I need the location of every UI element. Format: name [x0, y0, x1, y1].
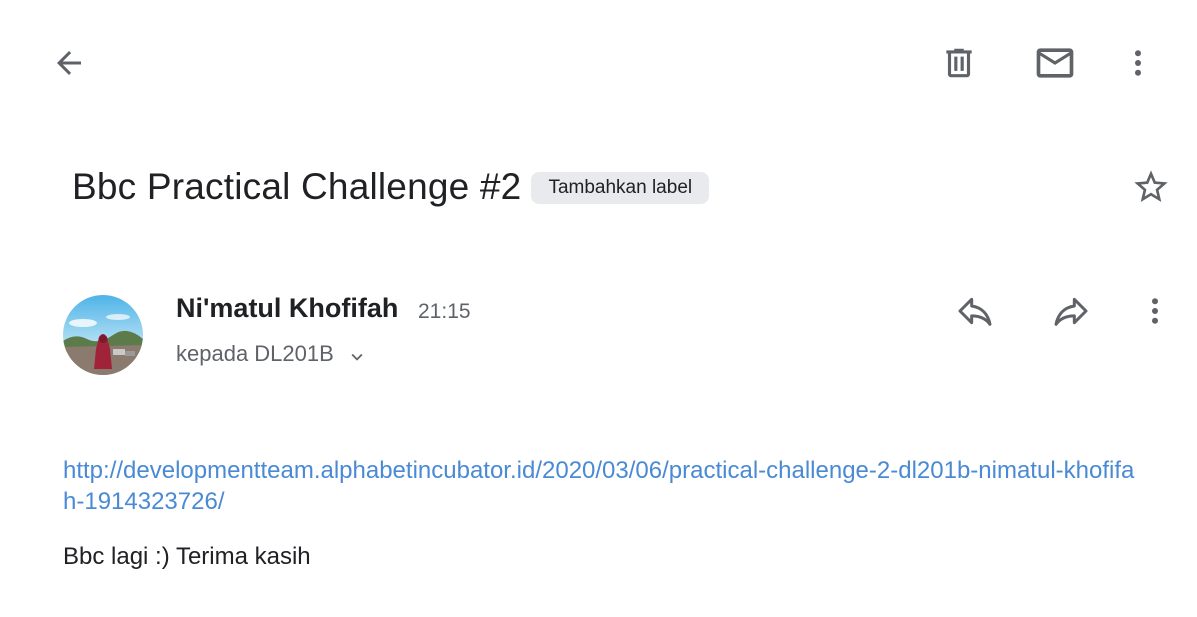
- more-vert-icon: [1135, 50, 1141, 76]
- forward-button[interactable]: [1046, 288, 1096, 334]
- email-subject: Bbc Practical Challenge #2: [72, 166, 522, 207]
- mark-unread-button[interactable]: [1030, 38, 1080, 88]
- email-view: Bbc Practical Challenge #2 Tambahkan lab…: [0, 0, 1197, 617]
- message-more-button[interactable]: [1135, 288, 1175, 334]
- subject-row: Bbc Practical Challenge #2 Tambahkan lab…: [72, 166, 710, 208]
- recipient-details-toggle[interactable]: kepada DL201B: [176, 340, 368, 368]
- body-text: Bbc lagi :) Terima kasih: [63, 543, 311, 570]
- message-time: 21:15: [418, 300, 471, 323]
- more-options-button[interactable]: [1118, 38, 1158, 88]
- sender-name[interactable]: Ni'matul Khofifah: [176, 293, 398, 324]
- add-label-chip[interactable]: Tambahkan label: [531, 172, 710, 204]
- trash-icon: [946, 48, 972, 78]
- forward-icon: [1054, 297, 1088, 326]
- back-button[interactable]: [44, 38, 94, 88]
- body-link[interactable]: http://developmentteam.alphabetincubator…: [63, 455, 1143, 517]
- star-button[interactable]: [1127, 163, 1175, 211]
- avatar-photo: [63, 295, 143, 375]
- sender-avatar[interactable]: [63, 295, 143, 375]
- reply-icon: [958, 297, 992, 326]
- more-vert-icon: [1152, 298, 1158, 324]
- recipient-label: kepada DL201B: [176, 341, 334, 366]
- star-outline-icon: [1134, 170, 1168, 202]
- chevron-down-icon: [351, 353, 363, 361]
- reply-button[interactable]: [950, 288, 1000, 334]
- mail-icon: [1036, 48, 1074, 78]
- delete-button[interactable]: [934, 38, 984, 88]
- arrow-back-icon: [57, 51, 81, 75]
